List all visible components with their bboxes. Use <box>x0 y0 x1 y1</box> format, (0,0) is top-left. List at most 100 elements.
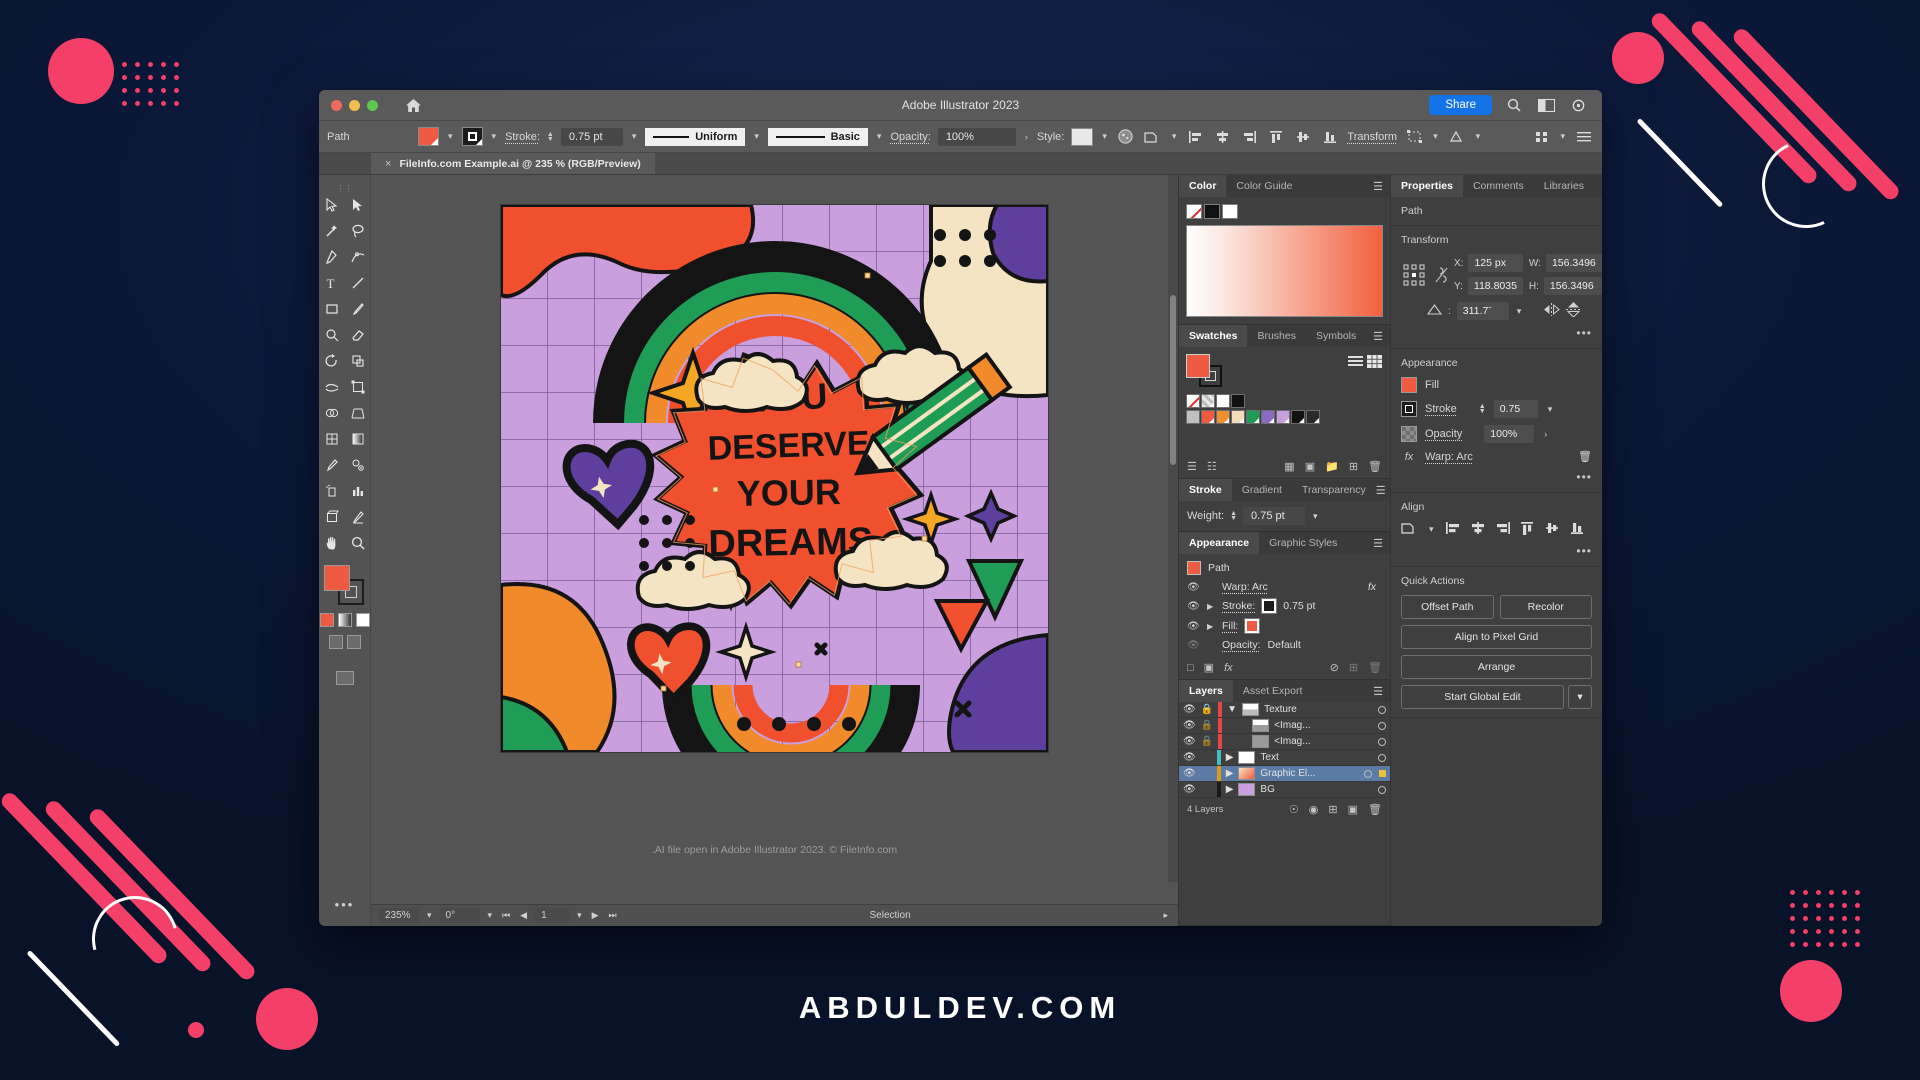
fill-dropdown-caret[interactable]: ▾ <box>446 131 455 142</box>
column-graph-tool[interactable] <box>346 479 370 503</box>
swatch-dark2[interactable] <box>1306 410 1320 424</box>
appearance-panel-menu-icon[interactable]: ☰ <box>1373 537 1390 550</box>
align-right-icon[interactable] <box>1239 127 1259 147</box>
swatch-group-folder[interactable] <box>1186 410 1200 424</box>
panel-menu-icon[interactable] <box>1574 127 1594 147</box>
swatch-new-icon[interactable]: ⊞ <box>1349 460 1358 473</box>
brush-definition-select[interactable]: Basic <box>767 127 868 146</box>
effects-caret[interactable]: ▾ <box>1474 131 1483 142</box>
align-right-icon[interactable] <box>1495 521 1511 538</box>
eye-icon[interactable]: 👁 <box>1187 601 1200 612</box>
align-more-icon[interactable]: ••• <box>1401 544 1592 558</box>
align-center-v-icon[interactable] <box>1293 127 1313 147</box>
lock-icon[interactable]: 🔒 <box>1201 736 1213 747</box>
angle-input[interactable]: 311.7ˉ <box>1456 302 1509 320</box>
eye-icon[interactable]: 👁 <box>1183 704 1196 715</box>
next-artboard-button[interactable]: ▶ <box>590 910 601 921</box>
appearance-more-icon[interactable]: ••• <box>1401 470 1592 484</box>
y-input[interactable]: 118.8035 <box>1467 277 1523 295</box>
create-sublayer-icon[interactable]: ⊞ <box>1328 803 1337 816</box>
appearance-stroke-swatch[interactable] <box>1261 598 1278 614</box>
symbol-sprayer-tool[interactable] <box>320 479 344 503</box>
stroke-panel-menu-icon[interactable]: ☰ <box>1376 484 1393 497</box>
layer-target-icon[interactable] <box>1378 785 1386 794</box>
selection-tool[interactable] <box>320 193 344 217</box>
swatch-group-icon[interactable]: ▦ <box>1284 460 1294 473</box>
appearance-row-stroke[interactable]: 👁 ▶ Stroke: 0.75 pt <box>1179 596 1390 616</box>
edit-toolbar-button[interactable] <box>335 671 354 685</box>
artboard-caret[interactable]: ▾ <box>575 910 584 921</box>
graphic-style-swatch[interactable] <box>1071 127 1094 146</box>
more-options-icon[interactable] <box>1531 127 1551 147</box>
artboard-number-input[interactable]: 1 <box>535 908 570 923</box>
align-center-h-icon[interactable] <box>1212 127 1232 147</box>
appearance-opacity-label-prop[interactable]: Opacity <box>1425 428 1462 440</box>
opacity-value-input[interactable]: 100% <box>1484 425 1535 443</box>
tab-properties[interactable]: Properties <box>1391 175 1463 197</box>
swatches-grid-view-icon[interactable] <box>1367 355 1382 371</box>
screen-mode-buttons[interactable] <box>328 635 361 649</box>
appearance-row-opacity[interactable]: 👁 Opacity: Default <box>1179 636 1390 654</box>
workspace-switcher-icon[interactable] <box>1568 95 1588 115</box>
stroke-weight-field[interactable]: 0.75 pt <box>1243 507 1306 525</box>
color-swatch-button[interactable] <box>319 613 334 627</box>
swatches-row-1[interactable] <box>1186 394 1383 408</box>
document-tab[interactable]: × FileInfo.com Example.ai @ 235 % (RGB/P… <box>371 153 655 174</box>
swatch-none[interactable] <box>1186 394 1200 408</box>
maximize-window-button[interactable] <box>367 99 378 111</box>
layer-row[interactable]: 👁 ▶ Text <box>1179 750 1390 766</box>
free-transform-tool[interactable] <box>346 375 370 399</box>
align-left-icon[interactable] <box>1185 127 1205 147</box>
align-bottom-icon[interactable] <box>1320 127 1340 147</box>
eye-icon[interactable]: 👁 <box>1183 768 1196 779</box>
add-effect-icon[interactable]: fx <box>1224 662 1233 674</box>
stroke-weight-caret[interactable]: ▾ <box>630 131 639 142</box>
swatches-row-2[interactable] <box>1186 410 1383 424</box>
zoom-caret[interactable]: ▾ <box>425 910 434 921</box>
layer-target-icon[interactable] <box>1378 721 1386 730</box>
close-window-button[interactable] <box>331 99 342 111</box>
angle-caret[interactable]: ▾ <box>1515 306 1524 317</box>
delete-item-icon[interactable]: 🗑 <box>1368 661 1382 674</box>
more-caret[interactable]: ▾ <box>1558 131 1567 142</box>
artboard-tool[interactable] <box>320 505 344 529</box>
gradient-tool[interactable] <box>346 427 370 451</box>
constrain-proportions-icon[interactable] <box>1433 266 1448 284</box>
direct-selection-tool[interactable] <box>346 193 370 217</box>
gradient-button[interactable] <box>337 613 352 627</box>
style-caret[interactable]: ▾ <box>1100 131 1109 142</box>
align-bottom-icon[interactable] <box>1570 521 1586 538</box>
screen-mode-full[interactable] <box>346 635 361 649</box>
fx-icon[interactable]: fx <box>1368 581 1382 593</box>
appearance-stroke-swatch-prop[interactable] <box>1401 401 1417 417</box>
tab-gradient[interactable]: Gradient <box>1232 479 1292 501</box>
add-new-fill-icon[interactable]: ▣ <box>1204 661 1214 674</box>
delete-layer-icon[interactable]: 🗑 <box>1368 803 1382 816</box>
shape-builder-tool[interactable] <box>320 401 344 425</box>
black-swatch[interactable] <box>1204 204 1220 219</box>
home-icon[interactable] <box>400 94 426 116</box>
arrange-documents-icon[interactable] <box>1536 95 1556 115</box>
tab-appearance[interactable]: Appearance <box>1179 532 1260 554</box>
stroke-dropdown-caret[interactable]: ▾ <box>490 131 499 142</box>
layer-target-icon[interactable] <box>1364 769 1372 778</box>
clear-appearance-icon[interactable]: ⊘ <box>1330 661 1339 674</box>
fx-icon[interactable]: fx <box>1401 451 1417 463</box>
add-new-stroke-icon[interactable]: □ <box>1187 662 1194 674</box>
appearance-row-path[interactable]: Path <box>1179 558 1390 578</box>
swatches-fill-indicator[interactable] <box>1186 354 1210 378</box>
color-panel-menu-icon[interactable]: ☰ <box>1373 180 1390 193</box>
effects-icon[interactable] <box>1447 127 1467 147</box>
paintbrush-tool[interactable] <box>346 297 370 321</box>
swatch-black[interactable] <box>1231 394 1245 408</box>
duplicate-item-icon[interactable]: ⊞ <box>1349 661 1358 674</box>
start-global-edit-button[interactable]: Start Global Edit <box>1401 685 1564 709</box>
swatch-delete-icon[interactable]: 🗑 <box>1368 460 1382 473</box>
white-swatch[interactable] <box>1222 204 1238 219</box>
align-top-icon[interactable] <box>1520 521 1536 538</box>
opacity-mask-icon[interactable] <box>1116 127 1136 147</box>
offset-path-button[interactable]: Offset Path <box>1401 595 1494 619</box>
rotate-tool[interactable] <box>320 349 344 373</box>
tab-color[interactable]: Color <box>1179 175 1227 197</box>
eye-icon[interactable]: 👁 <box>1183 784 1196 795</box>
